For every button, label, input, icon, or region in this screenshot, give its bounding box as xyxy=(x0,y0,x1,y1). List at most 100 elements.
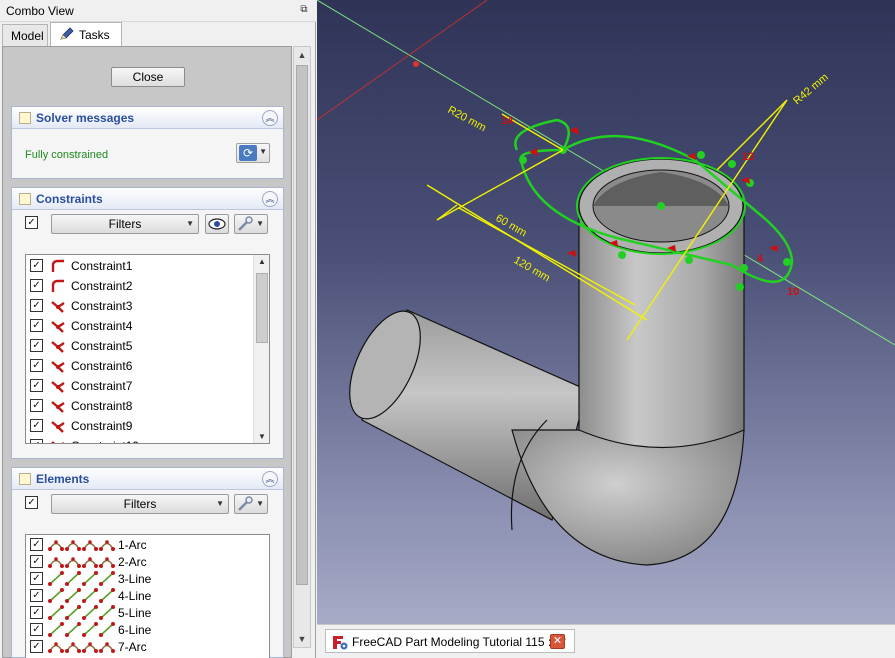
constraints-filter-dropdown[interactable]: Filters ▼ xyxy=(51,214,199,234)
tab-model[interactable]: Model xyxy=(2,24,48,46)
constraint-label: Constraint5 xyxy=(71,339,133,353)
element-checkbox[interactable]: ✓ xyxy=(30,640,43,653)
element-row[interactable]: ✓ 6-Line xyxy=(26,621,254,638)
element-row[interactable]: ✓ 2-Arc xyxy=(26,553,254,570)
element-checkbox[interactable]: ✓ xyxy=(30,589,43,602)
element-row[interactable]: ✓ 4-Line xyxy=(26,587,254,604)
element-label: 7-Arc xyxy=(118,640,147,654)
constraint-row[interactable]: ✓ Constraint2 xyxy=(26,276,254,296)
constraint-row[interactable]: ✓ Constraint8 xyxy=(26,396,254,416)
constraints-header[interactable]: Constraints ︽ xyxy=(12,188,283,210)
document-tab[interactable]: FreeCAD Part Modeling Tutorial 115 : 1* … xyxy=(325,629,575,653)
auto-update-button[interactable]: ⟳ ▼ xyxy=(236,143,270,163)
element-row[interactable]: ✓ 3-Line xyxy=(26,570,254,587)
chevron-down-icon: ▼ xyxy=(256,499,264,508)
task-scrollbar[interactable]: ▲ ▼ xyxy=(293,46,311,648)
collapse-icon[interactable]: ︽ xyxy=(262,191,278,207)
constraint-label: Constraint6 xyxy=(71,359,133,373)
3d-viewport[interactable]: R20 mm R42 mm 60 mm 120 mm 14 13 10 4 xyxy=(317,0,895,624)
close-icon[interactable]: ✕ xyxy=(550,634,565,649)
dimension-label-r20[interactable]: R20 mm xyxy=(446,104,488,134)
panel-icon xyxy=(19,112,31,124)
constraint-label-13[interactable]: 13 xyxy=(742,151,754,163)
element-label: 2-Arc xyxy=(118,555,147,569)
element-checkbox[interactable]: ✓ xyxy=(30,572,43,585)
element-checkbox[interactable]: ✓ xyxy=(30,623,43,636)
constraint-row[interactable]: ✓ Constraint1 xyxy=(26,256,254,276)
constraint-label: Constraint7 xyxy=(71,379,133,393)
solver-status-text: Fully constrained xyxy=(25,149,109,161)
constraint-row[interactable]: ✓ Constraint4 xyxy=(26,316,254,336)
chevron-down-icon: ▼ xyxy=(186,219,194,228)
elements-header[interactable]: Elements ︽ xyxy=(12,468,283,490)
constraint-label-10[interactable]: 10 xyxy=(787,286,799,298)
element-checkbox[interactable]: ✓ xyxy=(30,555,43,568)
freecad-window: Combo View ⧉ Model Tasks ▲ ▼ Close Solve… xyxy=(0,0,895,658)
elements-filter-label: Filters xyxy=(123,497,157,511)
dimension-label-60[interactable]: 60 mm xyxy=(494,212,529,239)
solver-messages-title: Solver messages xyxy=(36,111,135,125)
solver-messages-header[interactable]: Solver messages ︽ xyxy=(12,107,283,129)
constraint-row[interactable]: ✓ Constraint3 xyxy=(26,296,254,316)
select-all-constraints-checkbox[interactable]: ✓ xyxy=(25,216,38,229)
scroll-down-arrow-icon[interactable]: ▼ xyxy=(254,432,269,441)
dimension-label-r42[interactable]: R42 mm xyxy=(791,71,831,107)
tab-tasks[interactable]: Tasks xyxy=(50,22,122,46)
select-all-elements-checkbox[interactable]: ✓ xyxy=(25,496,38,509)
collapse-icon[interactable]: ︽ xyxy=(262,471,278,487)
element-checkbox[interactable]: ✓ xyxy=(30,606,43,619)
scroll-down-arrow-icon[interactable]: ▼ xyxy=(294,631,310,647)
element-label: 3-Line xyxy=(118,572,152,586)
constraint-checkbox[interactable]: ✓ xyxy=(30,279,43,292)
scroll-up-arrow-icon[interactable]: ▲ xyxy=(254,257,269,266)
constraint-row[interactable]: ✓ Constraint9 xyxy=(26,416,254,436)
scroll-up-arrow-icon[interactable]: ▲ xyxy=(294,47,310,63)
constraint-checkbox[interactable]: ✓ xyxy=(30,379,43,392)
constraints-body: ✓ Filters ▼ ▼ ✓ Constraint1 ✓ Constraint… xyxy=(12,210,283,458)
constraint-checkbox[interactable]: ✓ xyxy=(30,339,43,352)
constraints-list-scrollbar[interactable]: ▲ ▼ xyxy=(253,255,269,443)
constraint-settings-button[interactable]: ▼ xyxy=(234,214,268,234)
close-button[interactable]: Close xyxy=(111,67,185,87)
constraint-checkbox[interactable]: ✓ xyxy=(30,399,43,412)
pipe-elbow xyxy=(511,429,745,566)
constraint-row[interactable]: ✓ Constraint10 xyxy=(26,436,254,443)
constraint-row[interactable]: ✓ Constraint7 xyxy=(26,376,254,396)
elements-panel: Elements ︽ ✓ Filters ▼ ▼ ✓ 1-Arc ✓ 2-Arc xyxy=(11,467,284,658)
element-row[interactable]: ✓ 5-Line xyxy=(26,604,254,621)
collapse-icon[interactable]: ︽ xyxy=(262,110,278,126)
constraint-checkbox[interactable]: ✓ xyxy=(30,259,43,272)
constraint-checkbox[interactable]: ✓ xyxy=(30,359,43,372)
visibility-button[interactable] xyxy=(205,214,229,234)
elements-filter-dropdown[interactable]: Filters ▼ xyxy=(51,494,229,514)
coincident-icon xyxy=(51,361,65,373)
scroll-thumb[interactable] xyxy=(296,65,308,585)
element-row[interactable]: ✓ 1-Arc xyxy=(26,536,254,553)
chevron-down-icon: ▼ xyxy=(256,219,264,228)
coincident-icon xyxy=(51,301,65,313)
panel-icon xyxy=(19,193,31,205)
constraint-checkbox[interactable]: ✓ xyxy=(30,299,43,312)
combo-view-titlebar: Combo View ⧉ xyxy=(0,0,316,22)
constraint-checkbox[interactable]: ✓ xyxy=(30,439,43,443)
tangent-icon xyxy=(51,279,64,292)
constraint-label: Constraint1 xyxy=(71,259,133,273)
constraint-label-4[interactable]: 4 xyxy=(757,253,764,265)
constraint-row[interactable]: ✓ Constraint6 xyxy=(26,356,254,376)
refresh-icon: ⟳ xyxy=(239,145,257,161)
element-settings-button[interactable]: ▼ xyxy=(234,494,268,514)
y-axis-line xyxy=(317,0,488,121)
scroll-thumb[interactable] xyxy=(256,273,268,343)
document-tab-bar: FreeCAD Part Modeling Tutorial 115 : 1* … xyxy=(317,624,895,658)
constraint-row[interactable]: ✓ Constraint5 xyxy=(26,336,254,356)
constraint-checkbox[interactable]: ✓ xyxy=(30,319,43,332)
element-row[interactable]: ✓ 7-Arc xyxy=(26,638,254,655)
float-panel-icon[interactable]: ⧉ xyxy=(298,4,310,16)
constraint-label-14[interactable]: 14 xyxy=(501,115,514,127)
element-checkbox[interactable]: ✓ xyxy=(30,538,43,551)
element-label: 5-Line xyxy=(118,606,152,620)
tangent-icon xyxy=(51,259,64,272)
constraint-checkbox[interactable]: ✓ xyxy=(30,419,43,432)
constraint-label: Constraint9 xyxy=(71,419,133,433)
viewport-scene: R20 mm R42 mm 60 mm 120 mm 14 13 10 4 xyxy=(317,0,895,566)
